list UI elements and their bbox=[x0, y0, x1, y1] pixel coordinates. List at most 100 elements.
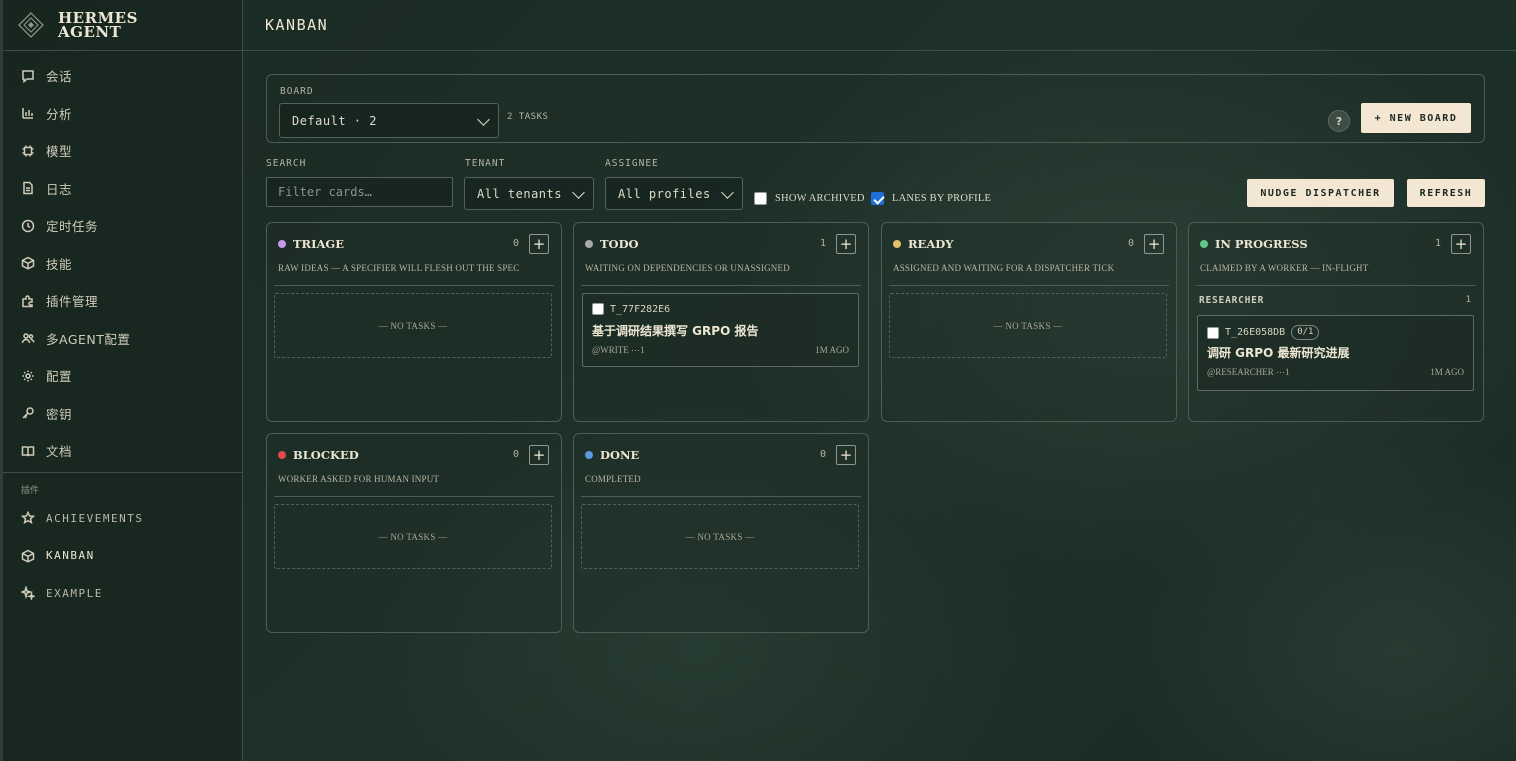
users-icon bbox=[21, 333, 35, 344]
key-icon bbox=[22, 407, 34, 419]
sidebar-item-label: 配置 bbox=[46, 369, 73, 385]
sidebar-item-label: 模型 bbox=[46, 144, 73, 160]
status-dot bbox=[1200, 240, 1208, 248]
add-task-button[interactable]: + bbox=[529, 445, 549, 465]
column-count: 0 bbox=[1127, 238, 1134, 249]
empty-placeholder: — NO TASKS — bbox=[889, 293, 1167, 358]
column-header: TRIAGE bbox=[278, 237, 344, 251]
column-count: 0 bbox=[512, 238, 519, 249]
sidebar-item-models[interactable]: 模型 bbox=[0, 132, 242, 170]
sidebar-item-label: 密钥 bbox=[46, 406, 73, 422]
column-count: 1 bbox=[819, 238, 826, 249]
sidebar-item-keys[interactable]: 密钥 bbox=[0, 395, 242, 433]
card-timestamp: 1M AGO bbox=[815, 345, 849, 355]
search-input[interactable] bbox=[266, 177, 453, 207]
diamond-logo-icon bbox=[18, 12, 44, 38]
sidebar-item-kanban[interactable]: KANBAN bbox=[0, 537, 242, 575]
card-checkbox[interactable] bbox=[592, 303, 604, 315]
lanes-by-profile-checkbox[interactable] bbox=[871, 192, 884, 205]
board-label: BOARD bbox=[280, 86, 314, 97]
add-task-button[interactable]: + bbox=[529, 234, 549, 254]
sidebar-nav: 会话 分析 模型 日志 定时任务 技能 插件管理 多AGENT配置 配置 密钥 … bbox=[0, 51, 242, 612]
sidebar-item-label: 日志 bbox=[46, 181, 73, 197]
card-id: T_77F282E6 bbox=[610, 303, 671, 315]
column-divider bbox=[1196, 285, 1476, 286]
column-title: TRIAGE bbox=[293, 237, 345, 251]
status-dot bbox=[278, 451, 286, 459]
card-id-row: T_26E058DB 0/1 bbox=[1207, 325, 1320, 340]
sidebar-item-analytics[interactable]: 分析 bbox=[0, 95, 242, 133]
sidebar-item-logs[interactable]: 日志 bbox=[0, 170, 242, 208]
sidebar-item-achievements[interactable]: ACHIEVEMENTS bbox=[0, 500, 242, 538]
add-task-button[interactable]: + bbox=[1451, 234, 1471, 254]
sidebar-item-sessions[interactable]: 会话 bbox=[0, 57, 242, 95]
column-title: DONE bbox=[600, 448, 640, 462]
add-task-button[interactable]: + bbox=[836, 234, 856, 254]
refresh-button[interactable]: REFRESH bbox=[1407, 179, 1485, 207]
sidebar-item-label: KANBAN bbox=[46, 549, 95, 563]
sidebar-item-config[interactable]: 配置 bbox=[0, 357, 242, 395]
chevron-down-icon bbox=[572, 185, 585, 199]
column-divider bbox=[581, 496, 861, 497]
column-todo: TODO 1 + WAITING ON DEPENDENCIES OR UNAS… bbox=[573, 222, 869, 422]
sidebar-item-docs[interactable]: 文档 bbox=[0, 432, 242, 470]
column-count: 1 bbox=[1434, 238, 1441, 249]
add-task-button[interactable]: + bbox=[1144, 234, 1164, 254]
sidebar-item-example[interactable]: EXAMPLE bbox=[0, 575, 242, 613]
show-archived-label: SHOW ARCHIVED bbox=[775, 193, 865, 204]
brand-name: HERMES AGENT bbox=[58, 11, 138, 40]
puzzle-icon bbox=[22, 295, 33, 307]
app-root: HERMES AGENT 会话 分析 模型 日志 定时任务 技能 插件管理 多A… bbox=[0, 0, 1516, 761]
column-title: BLOCKED bbox=[293, 448, 359, 462]
board-select[interactable]: Default · 2 bbox=[279, 103, 499, 138]
card-timestamp: 1M AGO bbox=[1430, 367, 1464, 377]
lanes-by-profile-label: LANES BY PROFILE bbox=[892, 193, 992, 204]
column-description: CLAIMED BY A WORKER — IN-FLIGHT bbox=[1200, 263, 1369, 273]
column-description: ASSIGNED AND WAITING FOR A DISPATCHER TI… bbox=[893, 263, 1115, 273]
nudge-dispatcher-button[interactable]: NUDGE DISPATCHER bbox=[1247, 179, 1394, 207]
chevron-down-icon bbox=[721, 185, 734, 199]
help-button[interactable]: ? bbox=[1328, 110, 1350, 132]
column-header: READY bbox=[893, 237, 953, 251]
gear-icon bbox=[22, 370, 34, 382]
show-archived-checkbox[interactable] bbox=[754, 192, 767, 205]
status-dot bbox=[893, 240, 901, 248]
column-description: RAW IDEAS — A SPECIFIER WILL FLESH OUT T… bbox=[278, 263, 520, 273]
new-board-button[interactable]: + NEW BOARD bbox=[1361, 103, 1471, 133]
card-checkbox[interactable] bbox=[1207, 326, 1219, 339]
brand[interactable]: HERMES AGENT bbox=[0, 0, 242, 51]
empty-placeholder: — NO TASKS — bbox=[274, 293, 552, 358]
lanes-by-profile-toggle[interactable]: LANES BY PROFILE bbox=[871, 192, 991, 205]
column-divider bbox=[274, 285, 554, 286]
package-icon bbox=[21, 256, 35, 270]
star-icon bbox=[21, 511, 35, 525]
column-divider bbox=[889, 285, 1169, 286]
column-title: IN PROGRESS bbox=[1215, 237, 1308, 251]
column-count: 0 bbox=[512, 449, 519, 460]
sidebar-item-label: 定时任务 bbox=[46, 219, 99, 235]
column-ready: READY 0 + ASSIGNED AND WAITING FOR A DIS… bbox=[881, 222, 1177, 422]
card-assignee: @RESEARCHER ⋯1 bbox=[1207, 367, 1290, 377]
assignee-select[interactable]: All profiles bbox=[605, 177, 743, 210]
show-archived-toggle[interactable]: SHOW ARCHIVED bbox=[754, 192, 865, 205]
status-dot bbox=[585, 240, 593, 248]
book-icon bbox=[21, 446, 35, 457]
file-icon bbox=[23, 182, 33, 195]
column-header: BLOCKED bbox=[278, 448, 359, 462]
card-title: 基于调研结果撰写 GRPO 报告 bbox=[592, 324, 759, 338]
sidebar-item-plugin-management[interactable]: 插件管理 bbox=[0, 282, 242, 320]
column-title: TODO bbox=[600, 237, 639, 251]
status-dot bbox=[585, 451, 593, 459]
column-header: DONE bbox=[585, 448, 639, 462]
sidebar-item-scheduled-tasks[interactable]: 定时任务 bbox=[0, 207, 242, 245]
tenant-select-value: All tenants bbox=[477, 186, 562, 201]
add-task-button[interactable]: + bbox=[836, 445, 856, 465]
lane-header: RESEARCHER bbox=[1199, 295, 1265, 306]
sidebar-item-skills[interactable]: 技能 bbox=[0, 245, 242, 283]
tenant-select[interactable]: All tenants bbox=[464, 177, 594, 210]
sidebar-item-label: 多AGENT配置 bbox=[46, 331, 131, 347]
sidebar-item-multi-agent[interactable]: 多AGENT配置 bbox=[0, 320, 242, 358]
column-divider bbox=[581, 285, 861, 286]
task-card[interactable]: T_26E058DB 0/1 调研 GRPO 最新研究进展 @RESEARCHE… bbox=[1197, 315, 1474, 391]
task-card[interactable]: T_77F282E6 基于调研结果撰写 GRPO 报告 @WRITE ⋯1 1M… bbox=[582, 293, 859, 367]
